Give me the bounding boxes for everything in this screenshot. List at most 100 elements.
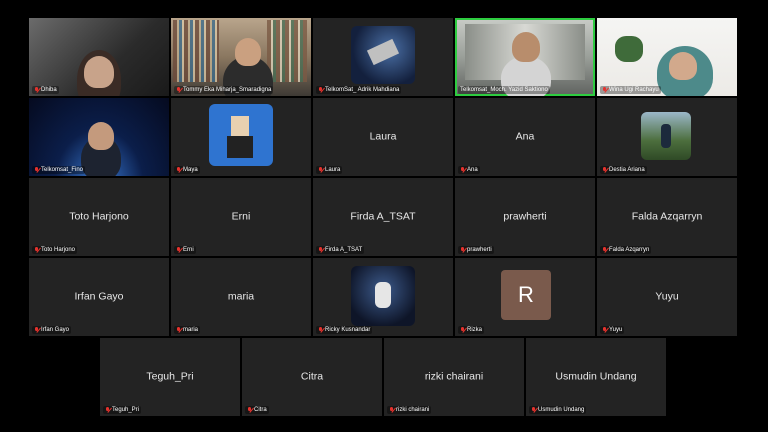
name-label: Wina Ugi Rachayu [600,86,661,94]
participant-tile-firda[interactable]: Firda A_TSAT Firda A_TSAT [313,178,453,256]
name-label: Toto Harjono [32,246,78,254]
participant-tile-rizki[interactable]: rizki chairani rizki chairani [384,338,524,416]
participant-tile-erni[interactable]: Erni Erni [171,178,311,256]
participant-tile-destia[interactable]: Destia Ariana [597,98,737,176]
participant-name-display: Erni [231,210,251,223]
participant-face [88,122,114,150]
participant-name-display: Irfan Gayo [74,290,124,303]
name-label: Citra [245,406,269,414]
name-label: Ricky Kusnandar [316,326,373,334]
participant-tile-citra[interactable]: Citra Citra [242,338,382,416]
participant-name-display: Laura [369,130,397,143]
participant-tile-laura[interactable]: Laura Laura [313,98,453,176]
participant-tile-adrik[interactable]: TelkomSat_ Adrik Mahdiana [313,18,453,96]
participant-grid: Dhiba Tommy Eka Miharja_Smaradigna Telko… [29,18,737,336]
mic-off-icon [602,87,607,93]
name-label: Destia Ariana [600,166,647,174]
participant-tile-teguh[interactable]: Teguh_Pri Teguh_Pri [100,338,240,416]
bookshelf-background [173,20,219,82]
participant-name-display: maria [227,290,255,303]
mic-off-icon [34,167,39,173]
participant-tile-tommy[interactable]: Tommy Eka Miharja_Smaradigna [171,18,311,96]
bookshelf-background [267,20,307,82]
name-label: Teguh_Pri [103,406,142,414]
mic-off-icon [318,167,323,173]
participant-name-display: Citra [300,370,324,383]
mic-off-icon [34,327,39,333]
astronaut-profile-image [351,266,415,326]
participant-name-display: Firda A_TSAT [350,210,416,223]
participant-tile-falda[interactable]: Falda Azqarryn Falda Azqarryn [597,178,737,256]
mic-off-icon [247,407,252,413]
participant-grid-bottom-row: Teguh_Pri Teguh_Pri Citra Citra rizki ch… [100,338,666,416]
mic-off-icon [602,327,607,333]
name-label: Irfan Gayo [32,326,72,334]
name-label: Ana [458,166,480,174]
participant-name-display: Falda Azqarryn [631,210,703,223]
name-label: rizki chairani [387,406,432,414]
participant-name-display: Yuyu [655,290,679,303]
mic-off-icon [460,327,465,333]
avatar: R [501,270,551,320]
name-label: Firda A_TSAT [316,246,365,254]
participant-tile-rizka[interactable]: R Rizka [455,258,595,336]
participant-tile-ricky[interactable]: Ricky Kusnandar [313,258,453,336]
participant-name-display: Toto Harjono [69,210,129,223]
participant-name-display: prawherti [503,210,547,223]
mic-off-icon [460,167,465,173]
mic-off-icon [176,327,181,333]
participant-tile-wina[interactable]: Wina Ugi Rachayu [597,18,737,96]
name-label: Telkomsat_Moch. Yazid Saktiono [458,86,550,94]
name-label: Rizka [458,326,485,334]
mic-off-icon [602,247,607,253]
participant-tile-dhiba[interactable]: Dhiba [29,18,169,96]
name-label: Falda Azqarryn [600,246,652,254]
participant-tile-ana[interactable]: Ana Ana [455,98,595,176]
plant-background [615,36,643,62]
name-label: Yuyu [600,326,625,334]
participant-tile-usmudin[interactable]: Usmudin Undang Usmudin Undang [526,338,666,416]
name-label: Tommy Eka Miharja_Smaradigna [174,86,274,94]
avatar-character-image [209,104,273,166]
mic-off-icon [531,407,536,413]
mic-off-icon [176,247,181,253]
mic-off-icon [34,247,39,253]
mic-off-icon [318,87,323,93]
participant-tile-yazid[interactable]: Telkomsat_Moch. Yazid Saktiono [455,18,595,96]
participant-face [235,38,261,66]
name-label: Dhiba [32,86,59,94]
mic-off-icon [105,407,110,413]
participant-tile-yuyu[interactable]: Yuyu Yuyu [597,258,737,336]
participant-tile-fino[interactable]: Telkomsat_Fino [29,98,169,176]
profile-photo [641,112,691,160]
mic-off-icon [176,87,181,93]
name-label: Laura [316,166,343,174]
name-label: Usmudin Undang [529,406,587,414]
participant-name-display: Usmudin Undang [555,370,637,383]
participant-name-display: Ana [515,130,535,143]
participant-name-display: rizki chairani [424,370,484,383]
participant-tile-prawherti[interactable]: prawherti prawherti [455,178,595,256]
mic-off-icon [34,87,39,93]
satellite-profile-image [351,26,415,84]
mic-off-icon [176,167,181,173]
participant-tile-toto[interactable]: Toto Harjono Toto Harjono [29,178,169,256]
name-label: Telkomsat_Fino [32,166,86,174]
name-label: TelkomSat_ Adrik Mahdiana [316,86,402,94]
participant-face [669,52,697,80]
mic-off-icon [389,407,394,413]
name-label: Maya [174,166,200,174]
participant-tile-maria[interactable]: maria maria [171,258,311,336]
mic-off-icon [602,167,607,173]
mic-off-icon [318,247,323,253]
participant-tile-irfan[interactable]: Irfan Gayo Irfan Gayo [29,258,169,336]
mic-off-icon [460,247,465,253]
participant-name-display: Teguh_Pri [146,370,194,383]
participant-face [84,56,114,88]
name-label: prawherti [458,246,494,254]
name-label: maria [174,326,201,334]
participant-tile-maya[interactable]: Maya [171,98,311,176]
name-label: Erni [174,246,196,254]
mic-off-icon [318,327,323,333]
participant-face [512,32,540,62]
